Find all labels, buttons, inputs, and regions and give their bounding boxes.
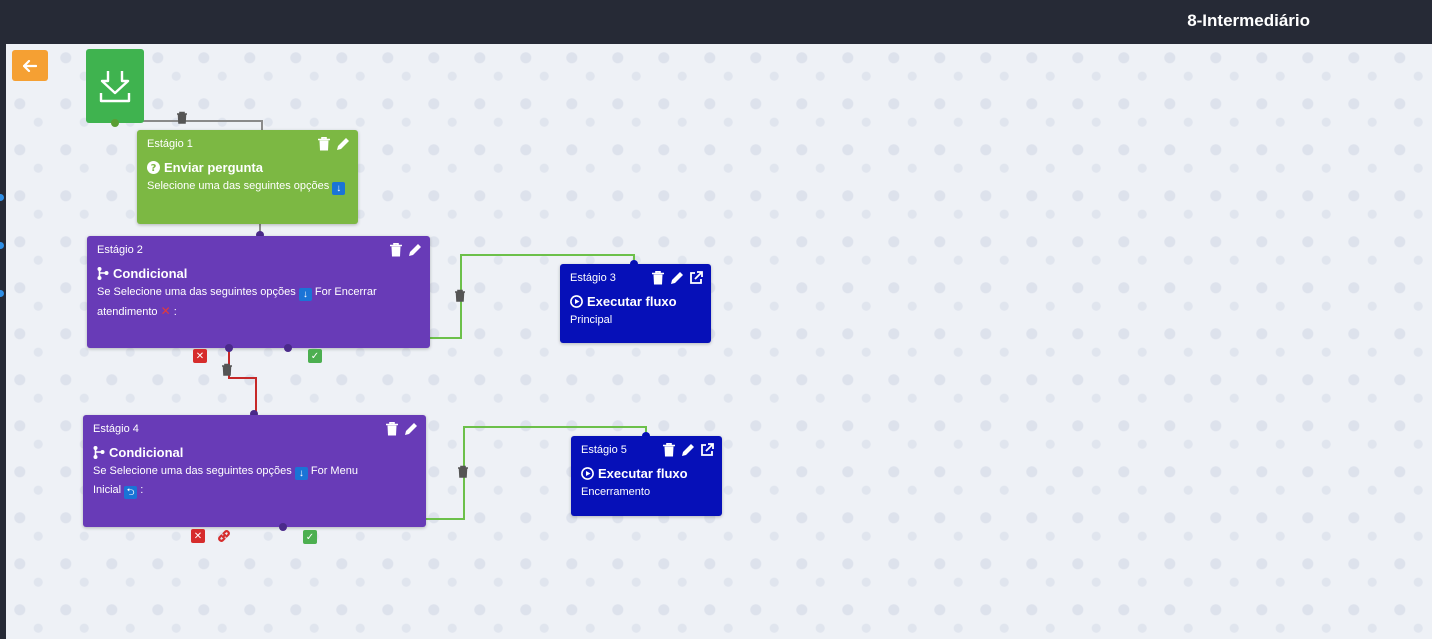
cross-mark-emoji-icon: ✕ xyxy=(160,304,171,318)
stage-2-false-port[interactable] xyxy=(225,344,233,352)
back-button[interactable] xyxy=(12,50,48,81)
return-arrow-emoji-icon: ⮌ xyxy=(124,486,138,499)
stage-4-true-port[interactable] xyxy=(279,523,287,531)
pencil-icon xyxy=(408,243,421,256)
trash-icon[interactable] xyxy=(221,363,233,376)
stage-type-label: Condicional xyxy=(113,266,188,281)
stage-desc-text: : xyxy=(140,484,144,496)
trash-icon[interactable] xyxy=(457,465,469,478)
stage-5-node[interactable]: Estágio 5 Executar fluxo Encerramento xyxy=(571,436,722,516)
arrow-left-icon xyxy=(23,59,37,72)
pencil-icon xyxy=(404,422,417,435)
play-circle-icon xyxy=(581,467,594,480)
true-branch-badge[interactable]: ✓ xyxy=(303,530,317,544)
rail-dot xyxy=(0,242,4,249)
stage-description: Principal xyxy=(570,314,613,326)
false-branch-badge[interactable]: ✕ xyxy=(193,349,207,363)
download-icon xyxy=(99,71,131,103)
external-link-icon xyxy=(700,442,714,456)
stage-desc-text: Inicial xyxy=(93,484,122,496)
top-bar: 8-Intermediário xyxy=(0,0,1432,44)
trash-icon xyxy=(651,270,664,284)
false-branch-badge[interactable]: ✕ xyxy=(191,529,205,543)
branch-icon xyxy=(93,446,105,459)
stage-type-label: Enviar pergunta xyxy=(164,160,263,175)
trash-icon[interactable] xyxy=(176,111,188,124)
delete-stage-button[interactable] xyxy=(650,270,665,285)
pencil-icon xyxy=(670,271,683,284)
stage-desc-text: : xyxy=(173,306,177,318)
stage-desc-text: atendimento xyxy=(97,306,158,318)
stage-2-node[interactable]: Estágio 2 Condicional Se Selecione uma d… xyxy=(87,236,430,348)
svg-text:?: ? xyxy=(151,163,157,174)
trash-icon xyxy=(662,442,675,456)
true-branch-badge[interactable]: ✓ xyxy=(308,349,322,363)
stage-desc-text: For Menu xyxy=(310,465,358,477)
stage-desc-text: Se Selecione uma das seguintes opções xyxy=(93,465,292,477)
edit-stage-button[interactable] xyxy=(403,421,418,436)
pencil-icon xyxy=(681,443,694,456)
flow-title: 8-Intermediário xyxy=(1187,11,1310,30)
stage-label: Estágio 2 xyxy=(97,244,143,256)
stage-1-node[interactable]: Estágio 1 ? Enviar pergunta Selecione um… xyxy=(137,130,358,224)
trash-icon xyxy=(389,242,402,256)
stage-description: Se Selecione uma das seguintes opções ↓ … xyxy=(93,462,416,500)
stage-3-node[interactable]: Estágio 3 Executar fluxo Principal xyxy=(560,264,711,343)
stage-desc-text: Selecione uma das seguintes opções xyxy=(147,180,330,192)
stage-desc-text: For Encerrar xyxy=(314,286,377,298)
stage-4-node[interactable]: Estágio 4 Condicional Se Selecione uma d… xyxy=(83,415,426,527)
edit-stage-button[interactable] xyxy=(669,270,684,285)
down-arrow-emoji-icon: ↓ xyxy=(332,182,346,195)
stage-type: Executar fluxo xyxy=(581,466,712,481)
question-circle-icon: ? xyxy=(147,161,160,174)
link-icon[interactable] xyxy=(216,528,232,544)
stage-type-label: Executar fluxo xyxy=(598,466,688,481)
delete-stage-button[interactable] xyxy=(384,421,399,436)
stage-type: Condicional xyxy=(93,445,416,460)
rail-dot xyxy=(0,290,4,297)
rail-dot xyxy=(0,194,4,201)
stage-type: Condicional xyxy=(97,266,420,281)
edit-stage-button[interactable] xyxy=(680,442,695,457)
external-link-icon xyxy=(689,270,703,284)
stage-type-label: Executar fluxo xyxy=(587,294,677,309)
edit-stage-button[interactable] xyxy=(407,242,422,257)
start-output-port[interactable] xyxy=(111,119,119,127)
trash-icon xyxy=(385,421,398,435)
trash-icon[interactable] xyxy=(454,289,466,302)
edit-stage-button[interactable] xyxy=(335,136,350,151)
stage-description: Se Selecione uma das seguintes opções ↓ … xyxy=(97,283,420,322)
open-flow-button[interactable] xyxy=(699,442,714,457)
delete-stage-button[interactable] xyxy=(388,242,403,257)
stage-type-label: Condicional xyxy=(109,445,184,460)
stage-type: Executar fluxo xyxy=(570,294,701,309)
pencil-icon xyxy=(336,137,349,150)
stage-2-true-port[interactable] xyxy=(284,344,292,352)
stage-description: Encerramento xyxy=(581,486,651,498)
stage-desc-text: Se Selecione uma das seguintes opções xyxy=(97,286,296,298)
stage-type: ? Enviar pergunta xyxy=(147,160,348,175)
down-arrow-emoji-icon: ↓ xyxy=(294,467,308,480)
branch-icon xyxy=(97,267,109,280)
play-circle-icon xyxy=(570,295,583,308)
down-arrow-emoji-icon: ↓ xyxy=(298,288,312,301)
delete-stage-button[interactable] xyxy=(661,442,676,457)
start-node[interactable] xyxy=(86,49,144,123)
open-flow-button[interactable] xyxy=(688,270,703,285)
trash-icon xyxy=(317,136,330,150)
delete-stage-button[interactable] xyxy=(316,136,331,151)
stage-label: Estágio 4 xyxy=(93,423,139,435)
stage-description: Selecione uma das seguintes opções ↓ xyxy=(147,177,348,196)
